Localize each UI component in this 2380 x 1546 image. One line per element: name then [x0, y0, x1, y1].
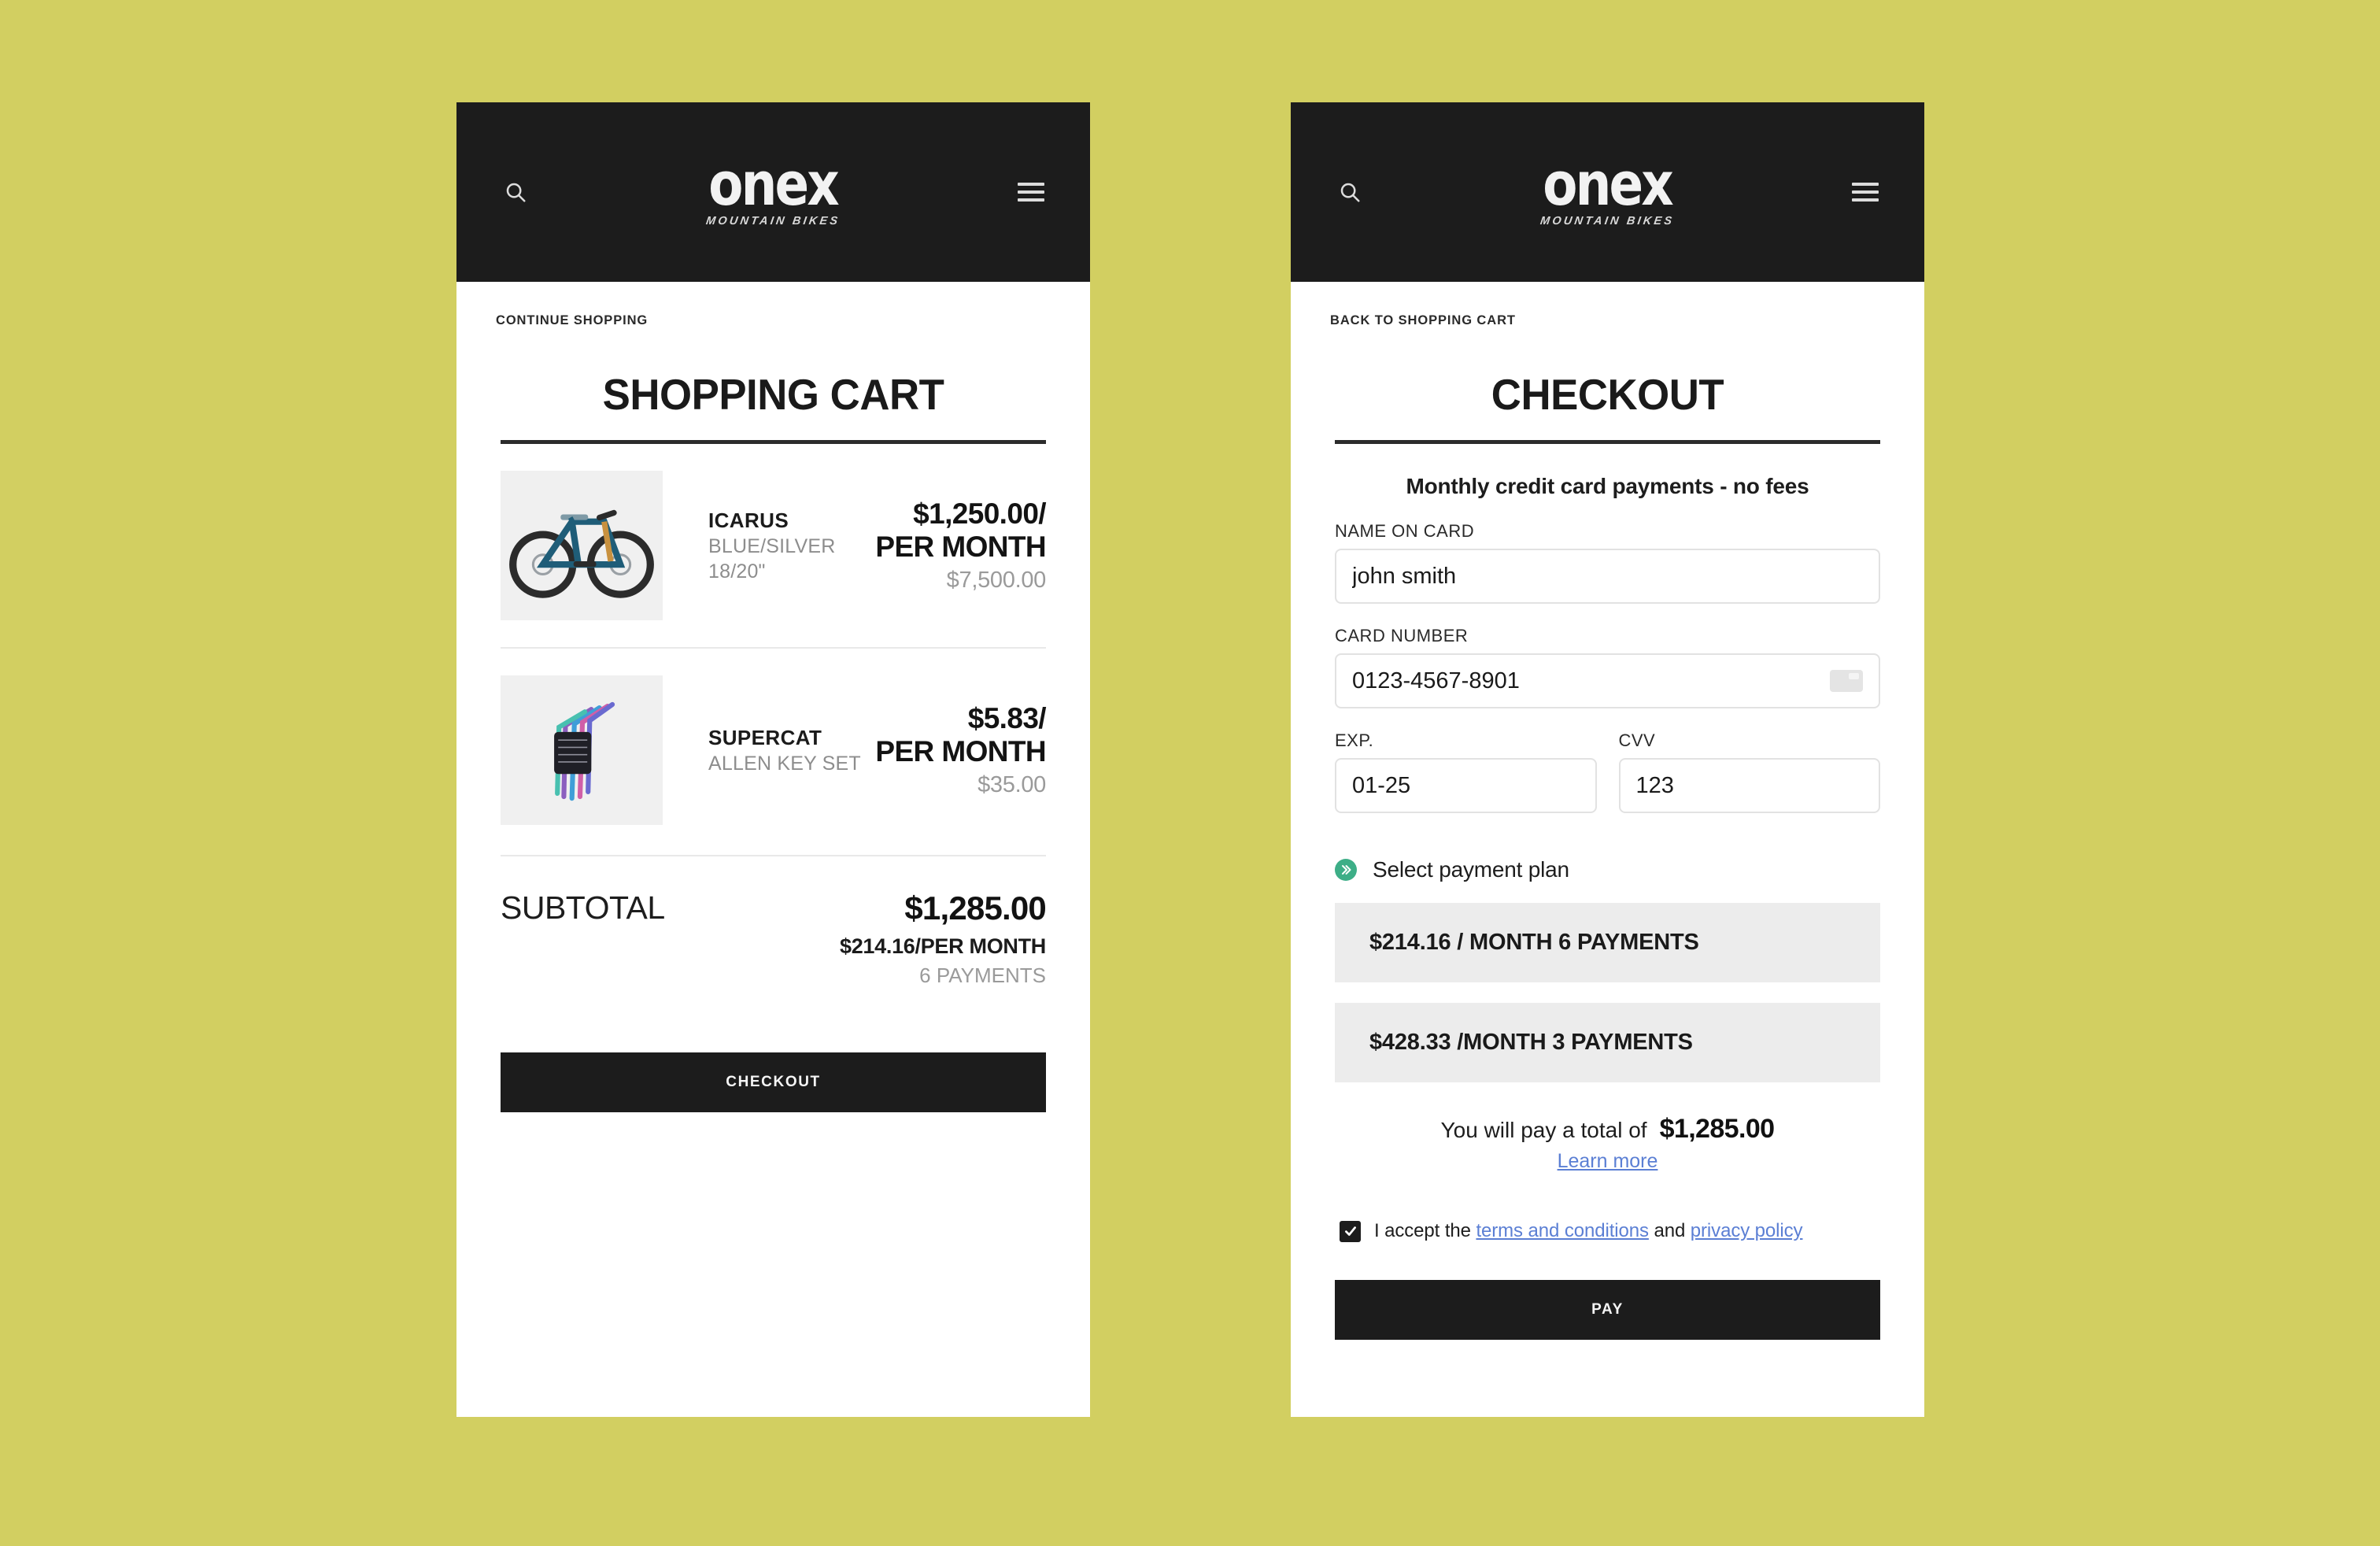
card-number-label: CARD NUMBER [1335, 626, 1469, 645]
product-price-block: $5.83/ PER MONTH $35.00 [875, 702, 1046, 798]
brand-logo[interactable]: onex MOUNTAIN BIKES [1539, 148, 1676, 228]
pay-button[interactable]: PAY [1335, 1280, 1880, 1340]
brand-name: onex [708, 148, 841, 219]
product-price-full: $35.00 [978, 771, 1046, 797]
total-line: You will pay a total of $1,285.00 [1335, 1114, 1880, 1145]
name-on-card-input[interactable] [1335, 549, 1880, 604]
product-details: ICARUS BLUE/SILVER 18/20" [663, 509, 875, 583]
back-to-cart-link[interactable]: BACK TO SHOPPING CART [1330, 313, 1516, 328]
expiry-input[interactable] [1335, 758, 1597, 813]
product-price-monthly: $1,250.00/ [913, 497, 1046, 531]
subtotal-values: $1,285.00 $214.16/PER MONTH 6 PAYMENTS [840, 890, 1047, 988]
subtotal-payments-count: 6 PAYMENTS [919, 963, 1046, 987]
payment-plan-option-3-payments[interactable]: $428.33 /MONTH 3 PAYMENTS [1335, 1003, 1880, 1082]
subtotal-section: SUBTOTAL $1,285.00 $214.16/PER MONTH 6 P… [501, 855, 1047, 988]
credit-card-icon [1830, 670, 1863, 692]
terms-text: I accept the terms and conditions and pr… [1374, 1220, 1803, 1242]
hamburger-bar [1017, 190, 1044, 194]
checkout-screen: onex MOUNTAIN BIKES BACK TO SHOPPING CAR… [1291, 102, 1924, 1417]
title-divider [1335, 440, 1880, 444]
card-number-field-block: CARD NUMBER [1335, 626, 1880, 708]
cvv-input[interactable] [1618, 758, 1880, 813]
terms-acceptance-row: I accept the terms and conditions and pr… [1335, 1220, 1880, 1242]
subtotal-label: SUBTOTAL [501, 890, 665, 926]
product-price-period: PER MONTH [875, 734, 1046, 767]
subtotal-amount: $1,285.00 [904, 890, 1046, 926]
mountain-bike-icon [501, 471, 663, 620]
page-title: SHOPPING CART [602, 370, 944, 419]
hamburger-menu-icon[interactable] [1847, 174, 1883, 210]
select-payment-plan-header: Select payment plan [1335, 857, 1880, 882]
brand-tagline: MOUNTAIN BIKES [705, 215, 841, 228]
brand-name: onex [1543, 148, 1675, 219]
learn-more-link[interactable]: Learn more [1335, 1150, 1880, 1173]
card-number-input-wrap [1335, 653, 1880, 708]
terms-prefix: I accept the [1374, 1220, 1476, 1241]
product-price-block: $1,250.00/ PER MONTH $7,500.00 [875, 497, 1046, 594]
product-price-full: $7,500.00 [946, 567, 1047, 593]
brand-logo[interactable]: onex MOUNTAIN BIKES [704, 148, 841, 228]
product-name: SUPERCAT [708, 725, 822, 749]
total-amount: $1,285.00 [1659, 1114, 1775, 1144]
expiry-label: EXP. [1335, 730, 1374, 750]
expiry-cvv-row: EXP. CVV [1335, 730, 1880, 813]
subtotal-monthly: $214.16/PER MONTH [840, 934, 1046, 958]
hamburger-bar [1017, 183, 1044, 186]
allen-key-set-icon [501, 675, 663, 825]
privacy-policy-link[interactable]: privacy policy [1691, 1220, 1803, 1241]
search-icon[interactable] [1332, 174, 1368, 210]
continue-shopping-link[interactable]: CONTINUE SHOPPING [496, 313, 648, 328]
hamburger-bar [1851, 190, 1879, 194]
expiry-field-block: EXP. [1335, 730, 1597, 813]
search-icon[interactable] [497, 174, 534, 210]
hamburger-bar [1017, 198, 1044, 202]
product-price-period: PER MONTH [875, 530, 1046, 563]
checkmark-icon [1344, 1226, 1356, 1236]
hamburger-menu-icon[interactable] [1013, 174, 1049, 210]
hamburger-bar [1851, 183, 1879, 186]
payment-plan-option-6-payments[interactable]: $214.16 / MONTH 6 PAYMENTS [1335, 903, 1880, 982]
product-variant: ALLEN KEY SET [708, 752, 861, 775]
product-thumbnail[interactable] [501, 675, 663, 825]
terms-conjunction: and [1648, 1220, 1691, 1241]
cvv-field-block: CVV [1618, 730, 1880, 813]
hamburger-bar [1851, 198, 1879, 202]
shopping-cart-screen: onex MOUNTAIN BIKES CONTINUE SHOPPING SH… [456, 102, 1090, 1417]
brand-tagline: MOUNTAIN BIKES [1539, 215, 1676, 228]
app-header: onex MOUNTAIN BIKES [456, 102, 1090, 282]
checkout-button[interactable]: CHECKOUT [501, 1052, 1046, 1112]
product-thumbnail[interactable] [501, 471, 663, 620]
cvv-label: CVV [1618, 730, 1656, 750]
name-on-card-field-block: NAME ON CARD [1335, 521, 1880, 604]
chevron-right-icon [1335, 859, 1357, 881]
card-number-input[interactable] [1335, 653, 1880, 708]
page-title: CHECKOUT [1491, 370, 1724, 419]
product-price-monthly: $5.83/ [967, 702, 1047, 735]
product-size: 18/20" [708, 560, 766, 583]
checkout-subtitle: Monthly credit card payments - no fees [1406, 474, 1809, 498]
select-payment-plan-label: Select payment plan [1373, 857, 1569, 882]
product-variant: BLUE/SILVER [708, 534, 836, 557]
app-header: onex MOUNTAIN BIKES [1291, 102, 1924, 282]
terms-and-conditions-link[interactable]: terms and conditions [1476, 1220, 1649, 1241]
cart-body: CONTINUE SHOPPING SHOPPING CART ICARUS B… [456, 282, 1090, 1112]
cart-item[interactable]: ICARUS BLUE/SILVER 18/20" $1,250.00/ PER… [501, 444, 1047, 647]
product-details: SUPERCAT ALLEN KEY SET [663, 726, 875, 775]
terms-checkbox[interactable] [1340, 1220, 1361, 1242]
product-name: ICARUS [708, 508, 789, 532]
checkout-body: BACK TO SHOPPING CART CHECKOUT Monthly c… [1291, 282, 1924, 1340]
total-label: You will pay a total of [1440, 1118, 1647, 1142]
name-on-card-label: NAME ON CARD [1335, 521, 1475, 541]
cart-item[interactable]: SUPERCAT ALLEN KEY SET $5.83/ PER MONTH … [501, 647, 1047, 852]
